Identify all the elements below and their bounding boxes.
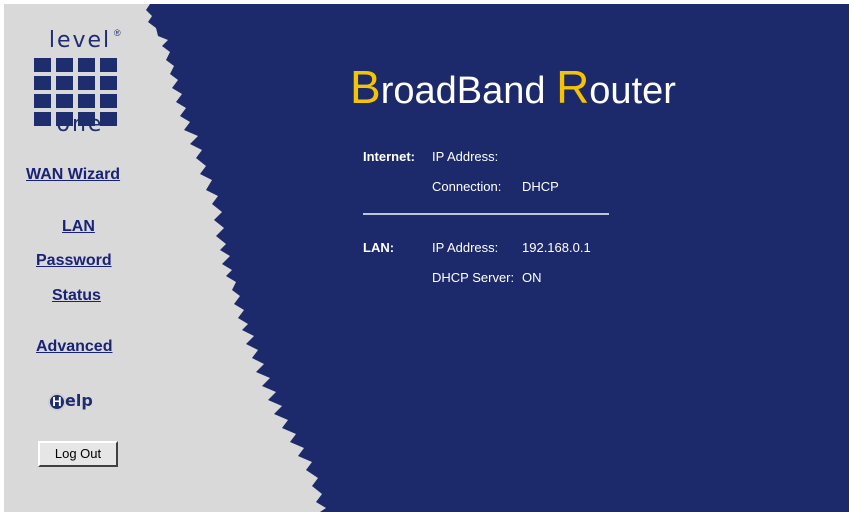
lan-section-label: LAN: [363, 240, 395, 255]
logo-text-bottom: one [56, 112, 104, 137]
help-button[interactable]: H elp [48, 391, 108, 415]
registered-mark: ® [114, 28, 121, 38]
levelone-logo: level one ® [30, 28, 130, 138]
title-cap-b: B [350, 61, 381, 113]
lan-ip-label: IP Address: [432, 240, 499, 255]
help-circle-icon: H [48, 393, 66, 411]
router-admin-page: level one ® WAN Wizard LAN Password Stat… [0, 0, 849, 512]
internet-ip-label: IP Address: [432, 149, 499, 164]
nav-advanced-link[interactable]: Advanced [36, 338, 112, 356]
page-title: BroadBand Router [350, 60, 676, 114]
nav-password-link[interactable]: Password [36, 252, 112, 270]
internet-connection-label: Connection: [432, 179, 502, 194]
lan-dhcp-value: ON [522, 270, 542, 285]
nav-wan-wizard-link[interactable]: WAN Wizard [26, 166, 120, 184]
lan-ip-value: 192.168.0.1 [522, 240, 591, 255]
title-cap-r: R [556, 61, 590, 113]
section-divider [363, 213, 609, 215]
internet-connection-value: DHCP [522, 179, 559, 194]
help-label: elp [65, 391, 93, 410]
title-part-1: roadBand [380, 70, 557, 112]
sidebar: level one ® WAN Wizard LAN Password Stat… [0, 0, 180, 512]
nav-lan-link[interactable]: LAN [62, 218, 95, 236]
lan-dhcp-label: DHCP Server: [432, 270, 515, 285]
log-out-button[interactable]: Log Out [38, 441, 118, 467]
internet-section-label: Internet: [363, 149, 415, 164]
nav-status-link[interactable]: Status [52, 287, 101, 305]
title-part-2: outer [589, 70, 676, 112]
